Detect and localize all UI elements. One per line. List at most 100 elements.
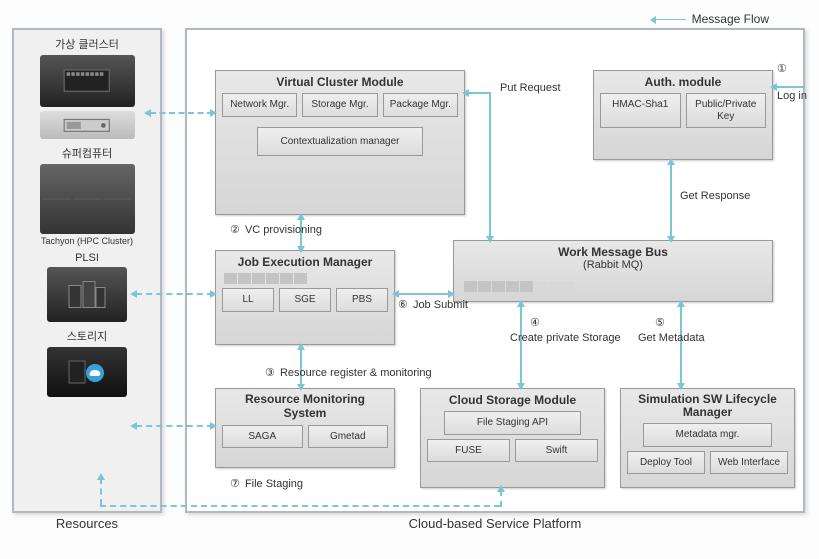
dash-jem-head-r: [210, 290, 217, 298]
sub-contextualization: Contextualization manager: [257, 127, 422, 157]
dash-jem-head-l: [130, 290, 137, 298]
resource-storage-label: 스토리지: [18, 328, 156, 344]
label-job-submit: ⑥ Job Submit: [398, 299, 468, 311]
module-jem-title: Job Execution Manager: [222, 255, 388, 269]
sub-package-mgr: Package Mgr.: [383, 93, 458, 117]
module-rms-title: Resource Monitoring System: [222, 393, 388, 421]
resources-panel: 가상 클러스터 슈퍼컴퓨터 Tachyon (HPC Cluster) PLSI: [12, 28, 162, 513]
arrow-get-metadata-head-u: [677, 300, 685, 307]
server-icon: [40, 111, 135, 139]
resources-caption: Resources: [14, 516, 160, 531]
dash-rms-head-l: [130, 422, 137, 430]
arrow-vc-prov-head-d: [297, 246, 305, 253]
arrow-get-response-head-d: [667, 236, 675, 243]
label-login: Log in: [777, 90, 807, 102]
arrow-job-submit-head-r: [448, 290, 455, 298]
label-vc-prov: ② VC provisioning: [230, 223, 322, 236]
dash-storage-head-u2: [497, 485, 505, 492]
sub-key: Public/Private Key: [686, 93, 767, 128]
arrow-create-storage-head-d: [517, 383, 525, 390]
arrow-put-request-head-d: [486, 236, 494, 243]
resource-supercomputer-label: 슈퍼컴퓨터: [18, 145, 156, 161]
arrow-put-request-head-l: [462, 89, 469, 97]
sub-ll: LL: [222, 288, 274, 312]
arrow-get-response-head-u: [667, 158, 675, 165]
arrow-get-metadata: [680, 304, 682, 386]
dash-vcluster: [150, 112, 213, 114]
dash-jem: [136, 293, 213, 295]
sub-sge: SGE: [279, 288, 331, 312]
module-cloud-storage: Cloud Storage Module File Staging API FU…: [420, 388, 605, 488]
label-get-metadata: Get Metadata: [638, 332, 705, 344]
sub-web-interface: Web Interface: [710, 451, 788, 475]
cluster-icon: [40, 164, 135, 234]
resource-supercomputer: 슈퍼컴퓨터 Tachyon (HPC Cluster): [18, 145, 156, 246]
arrow-login-head: [770, 83, 777, 91]
label-put-request: Put Request: [500, 82, 561, 94]
arrow-login: [775, 86, 805, 88]
module-sslm-title: Simulation SW Lifecycle Manager: [627, 393, 788, 419]
arrow-create-storage: [520, 304, 522, 386]
module-virtual-cluster: Virtual Cluster Module Network Mgr. Stor…: [215, 70, 465, 215]
dash-rms: [136, 425, 213, 427]
dash-storage-h: [100, 505, 500, 507]
module-resource-monitoring: Resource Monitoring System SAGA Gmetad: [215, 388, 395, 468]
platform-caption: Cloud-based Service Platform: [187, 516, 803, 531]
progress-jem: [224, 273, 388, 284]
module-csm-title: Cloud Storage Module: [427, 393, 598, 407]
sub-storage-mgr: Storage Mgr.: [302, 93, 377, 117]
sub-pbs: PBS: [336, 288, 388, 312]
arrow-job-submit-head-l: [392, 290, 399, 298]
sub-deploy-tool: Deploy Tool: [627, 451, 705, 475]
dash-storage-v2: [500, 490, 502, 507]
module-auth-title: Auth. module: [600, 75, 766, 89]
dash-storage-head-u: [97, 473, 105, 480]
arrow-get-response: [670, 162, 672, 240]
dash-storage-v1: [100, 478, 102, 505]
arrow-get-metadata-head-d: [677, 383, 685, 390]
sub-fuse: FUSE: [427, 439, 510, 463]
sub-gmetad: Gmetad: [308, 425, 389, 449]
sub-hmac: HMAC-Sha1: [600, 93, 681, 128]
step-5: ⑤: [655, 316, 667, 329]
resource-plsi-label: PLSI: [18, 252, 156, 264]
module-job-execution: Job Execution Manager LL SGE PBS: [215, 250, 395, 345]
label-get-response: Get Response: [680, 190, 750, 202]
diagram-canvas: 가상 클러스터 슈퍼컴퓨터 Tachyon (HPC Cluster) PLSI: [10, 10, 809, 530]
module-wmb-title: Work Message Bus: [460, 245, 766, 259]
module-sslm: Simulation SW Lifecycle Manager Metadata…: [620, 388, 795, 488]
sub-swift: Swift: [515, 439, 598, 463]
rack-icon: [40, 55, 135, 107]
arrow-res-reg-head-u: [297, 343, 305, 350]
resource-plsi: PLSI: [18, 252, 156, 322]
resource-virtual-cluster-label: 가상 클러스터: [18, 36, 156, 52]
sub-network-mgr: Network Mgr.: [222, 93, 297, 117]
arrow-job-submit: [397, 293, 451, 295]
dash-vcluster-head-l: [144, 109, 151, 117]
arrow-vc-prov-head-u: [297, 213, 305, 220]
step-4: ④: [530, 316, 542, 329]
arrow-put-request-h: [467, 92, 491, 94]
label-file-staging: ⑦ File Staging: [230, 477, 303, 490]
label-res-reg: ③ Resource register & monitoring: [265, 366, 432, 379]
module-auth: Auth. module HMAC-Sha1 Public/Private Ke…: [593, 70, 773, 160]
resource-tachyon-label: Tachyon (HPC Cluster): [18, 236, 156, 246]
progress-wmb: [464, 281, 575, 292]
module-wmb-subtitle: (Rabbit MQ): [460, 259, 766, 271]
label-create-storage: Create private Storage: [510, 332, 621, 344]
step-1: ①: [777, 62, 789, 75]
storage-icon: [47, 347, 127, 397]
arrow-create-storage-head-u: [517, 300, 525, 307]
resource-virtual-cluster: 가상 클러스터: [18, 36, 156, 139]
servers-icon: [47, 267, 127, 322]
sub-metadata-mgr: Metadata mgr.: [643, 423, 772, 447]
arrow-put-request-v: [489, 92, 491, 240]
resource-storage: 스토리지: [18, 328, 156, 397]
sub-saga: SAGA: [222, 425, 303, 449]
sub-file-staging-api: File Staging API: [444, 411, 581, 435]
module-virtual-cluster-title: Virtual Cluster Module: [222, 75, 458, 89]
module-work-message-bus: Work Message Bus (Rabbit MQ): [453, 240, 773, 302]
dash-rms-head-r: [210, 422, 217, 430]
arrow-res-reg-head-d: [297, 384, 305, 391]
dash-vcluster-head-r: [210, 109, 217, 117]
